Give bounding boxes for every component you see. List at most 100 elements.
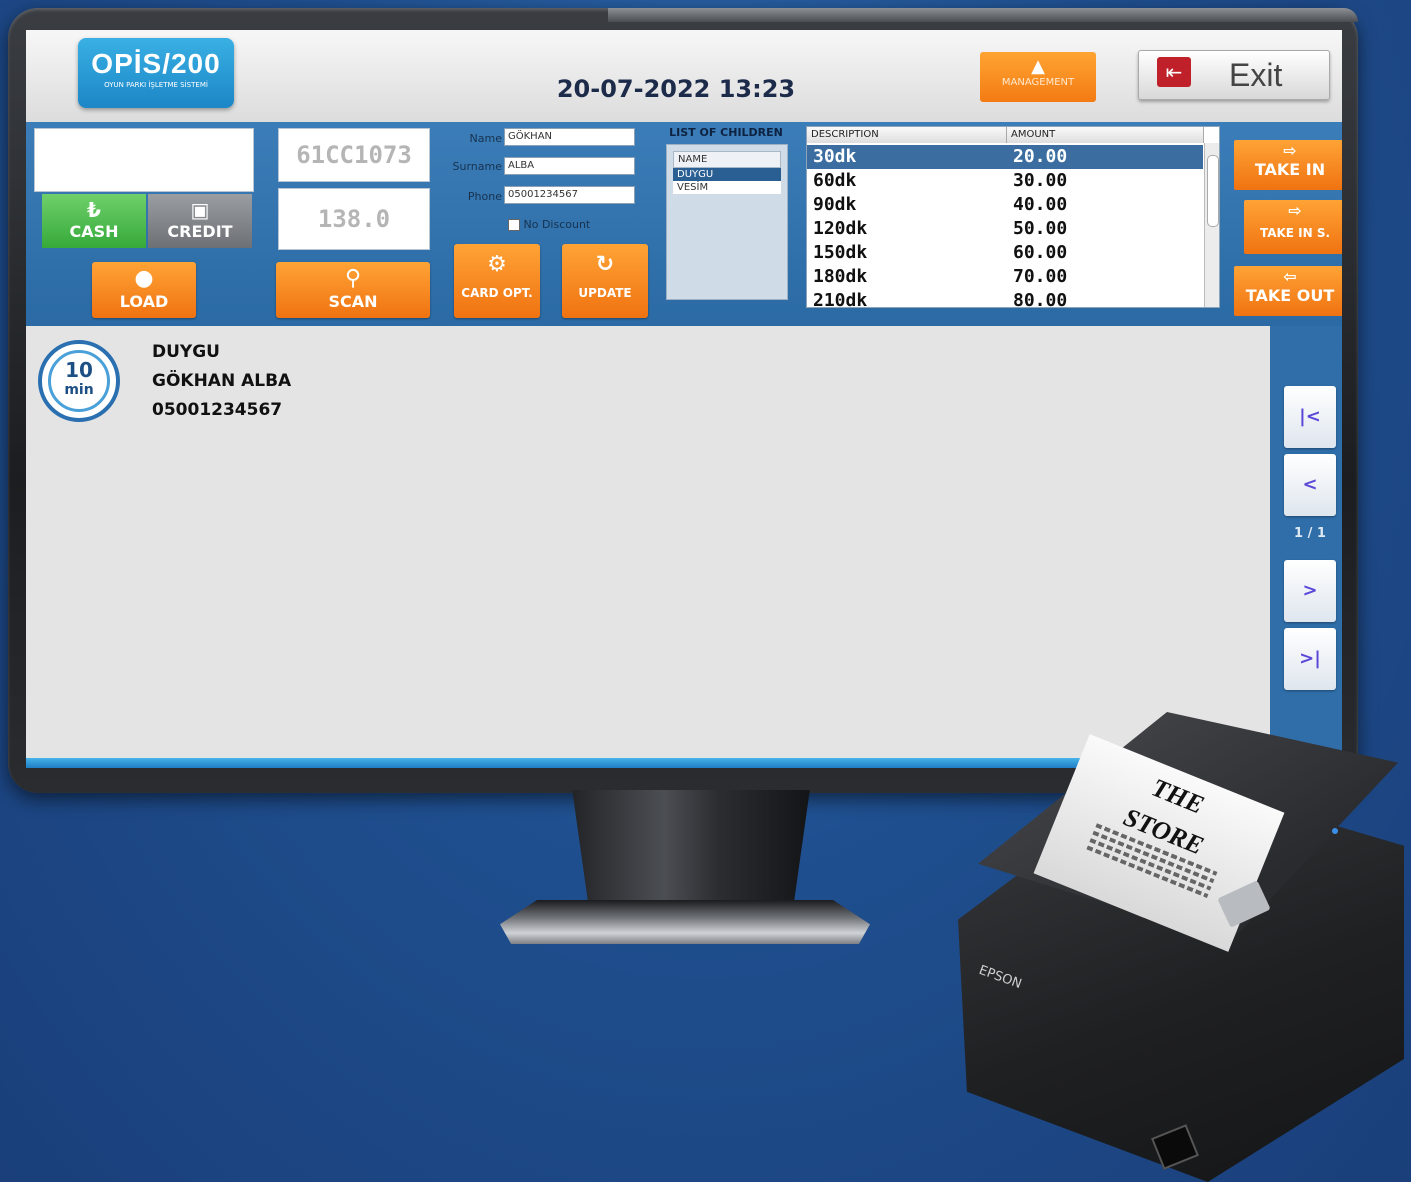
card-balance: 138.0 (317, 205, 391, 233)
scan-icon: ⚲ (344, 266, 362, 291)
phone-field[interactable]: 05001234567 (504, 186, 635, 204)
table-row[interactable]: 150dk 60.00 (807, 241, 1203, 265)
row-description: 120dk (813, 218, 868, 239)
take-out-label: TAKE OUT (1245, 286, 1335, 305)
prev-page-button[interactable]: < (1284, 454, 1336, 516)
price-table: DESCRIPTION AMOUNT 30dk 20.00 60dk 30.00… (806, 126, 1220, 308)
row-amount: 20.00 (1013, 146, 1068, 167)
monitor: OPİS/200 OYUN PARKI İŞLETME SİSTEMİ 20-0… (8, 8, 1358, 793)
session-list: 10 min DUYGU GÖKHAN ALBA 05001234567 (26, 326, 1270, 758)
take-in-s-icon: ⇨ (1288, 201, 1302, 220)
exit-label: Exit (1229, 57, 1283, 93)
session-entry[interactable]: DUYGU GÖKHAN ALBA 05001234567 (152, 338, 291, 425)
children-list: NAME DUYGU VESİM (666, 144, 788, 300)
take-out-icon: ⇦ (1283, 267, 1297, 286)
card-balance-field: 138.0 (278, 188, 430, 250)
table-row[interactable]: 90dk 40.00 (807, 193, 1203, 217)
take-in-label: TAKE IN (1254, 160, 1326, 179)
no-discount-checkbox[interactable] (508, 219, 520, 231)
take-in-icon: ⇨ (1283, 141, 1297, 160)
column-header-description[interactable]: DESCRIPTION (807, 127, 1007, 143)
exit-icon: ⇤ (1157, 57, 1191, 87)
session-child-name: DUYGU (152, 342, 220, 362)
children-list-item[interactable]: DUYGU (673, 168, 781, 181)
app-logo: OPİS/200 OYUN PARKI İŞLETME SİSTEMİ (78, 38, 234, 108)
no-discount-option[interactable]: No Discount (508, 218, 590, 231)
load-icon: ● (134, 266, 154, 291)
update-button[interactable]: ↻ UPDATE (562, 244, 648, 318)
session-parent-name: GÖKHAN ALBA (152, 371, 292, 391)
row-amount: 30.00 (1013, 170, 1068, 191)
lira-icon: ₺ (87, 198, 101, 222)
row-description: 60dk (813, 170, 857, 191)
management-button[interactable]: ▲ MANAGEMENT (980, 52, 1096, 102)
credit-button[interactable]: ▣ CREDIT (148, 194, 252, 248)
datetime-display: 20-07-2022 13:23 (556, 75, 796, 103)
credit-label: CREDIT (167, 222, 233, 241)
monitor-gloss (608, 8, 1358, 22)
logo-brand: OPİS/200 (91, 48, 221, 79)
row-amount: 80.00 (1013, 290, 1068, 308)
row-description: 90dk (813, 194, 857, 215)
take-in-s-label: TAKE IN S. (1259, 226, 1331, 240)
take-out-button[interactable]: ⇦ TAKE OUT (1234, 266, 1342, 316)
card-options-button[interactable]: ⚙ CARD OPT. (454, 244, 540, 318)
next-page-button[interactable]: > (1284, 560, 1336, 622)
cash-button[interactable]: ₺ CASH (42, 194, 146, 248)
row-description: 30dk (813, 146, 857, 167)
wallet-icon: ▣ (190, 198, 210, 222)
session-phone: 05001234567 (152, 400, 283, 420)
column-header-amount[interactable]: AMOUNT (1007, 127, 1204, 143)
row-description: 180dk (813, 266, 868, 287)
row-amount: 50.00 (1013, 218, 1068, 239)
load-button[interactable]: ● LOAD (92, 262, 196, 318)
management-icon: ▲ (1031, 56, 1045, 77)
receipt-printer: THE STORE EPSON (958, 712, 1404, 1182)
timer-value: 10 (65, 358, 93, 382)
row-description: 210dk (813, 290, 868, 308)
scrollbar-thumb[interactable] (1207, 155, 1219, 227)
app-header: OPİS/200 OYUN PARKI İŞLETME SİSTEMİ 20-0… (26, 30, 1342, 122)
row-amount: 70.00 (1013, 266, 1068, 287)
page-indicator: 1 / 1 (1294, 526, 1326, 541)
table-scrollbar[interactable] (1204, 143, 1219, 307)
children-list-title: LIST OF CHILDREN (669, 126, 783, 139)
children-list-item[interactable]: VESİM (673, 181, 781, 194)
no-discount-label: No Discount (523, 218, 591, 231)
card-number-field: 61CC1073 (278, 128, 430, 182)
monitor-stand-neck (572, 790, 810, 905)
row-description: 150dk (813, 242, 868, 263)
monitor-stand-base (500, 900, 870, 944)
surname-field[interactable]: ALBA (504, 157, 635, 175)
update-label: UPDATE (578, 286, 632, 300)
card-options-label: CARD OPT. (461, 286, 533, 300)
table-row[interactable]: 30dk 20.00 (807, 145, 1203, 169)
table-row[interactable]: 120dk 50.00 (807, 217, 1203, 241)
first-page-button[interactable]: |< (1284, 386, 1336, 448)
scan-label: SCAN (328, 292, 378, 311)
row-amount: 40.00 (1013, 194, 1068, 215)
timer-badge[interactable]: 10 min (38, 340, 120, 422)
timer-unit: min (64, 382, 94, 398)
refresh-icon: ↻ (595, 252, 615, 277)
exit-button[interactable]: ⇤ Exit (1138, 50, 1330, 100)
status-led-icon (1332, 828, 1338, 834)
surname-label: Surname (452, 160, 502, 173)
table-row[interactable]: 180dk 70.00 (807, 265, 1203, 289)
table-row[interactable]: 210dk 80.00 (807, 289, 1203, 308)
name-field[interactable]: GÖKHAN (504, 128, 635, 146)
logo-tagline: OYUN PARKI İŞLETME SİSTEMİ (104, 81, 208, 89)
take-in-button[interactable]: ⇨ TAKE IN (1234, 140, 1342, 190)
app-screen: OPİS/200 OYUN PARKI İŞLETME SİSTEMİ 20-0… (26, 30, 1342, 768)
table-row[interactable]: 60dk 30.00 (807, 169, 1203, 193)
last-page-button[interactable]: >| (1284, 628, 1336, 690)
control-panel: ₺ CASH ▣ CREDIT ● LOAD 61CC1073 138.0 ⚲ … (26, 122, 1342, 326)
cash-label: CASH (69, 222, 119, 241)
scan-button[interactable]: ⚲ SCAN (276, 262, 430, 318)
card-number: 61CC1073 (296, 141, 412, 169)
name-label: Name (469, 132, 502, 145)
row-amount: 60.00 (1013, 242, 1068, 263)
card-reader-display (34, 128, 254, 192)
management-label: MANAGEMENT (1001, 77, 1075, 88)
take-in-s-button[interactable]: ⇨ TAKE IN S. (1244, 200, 1342, 254)
